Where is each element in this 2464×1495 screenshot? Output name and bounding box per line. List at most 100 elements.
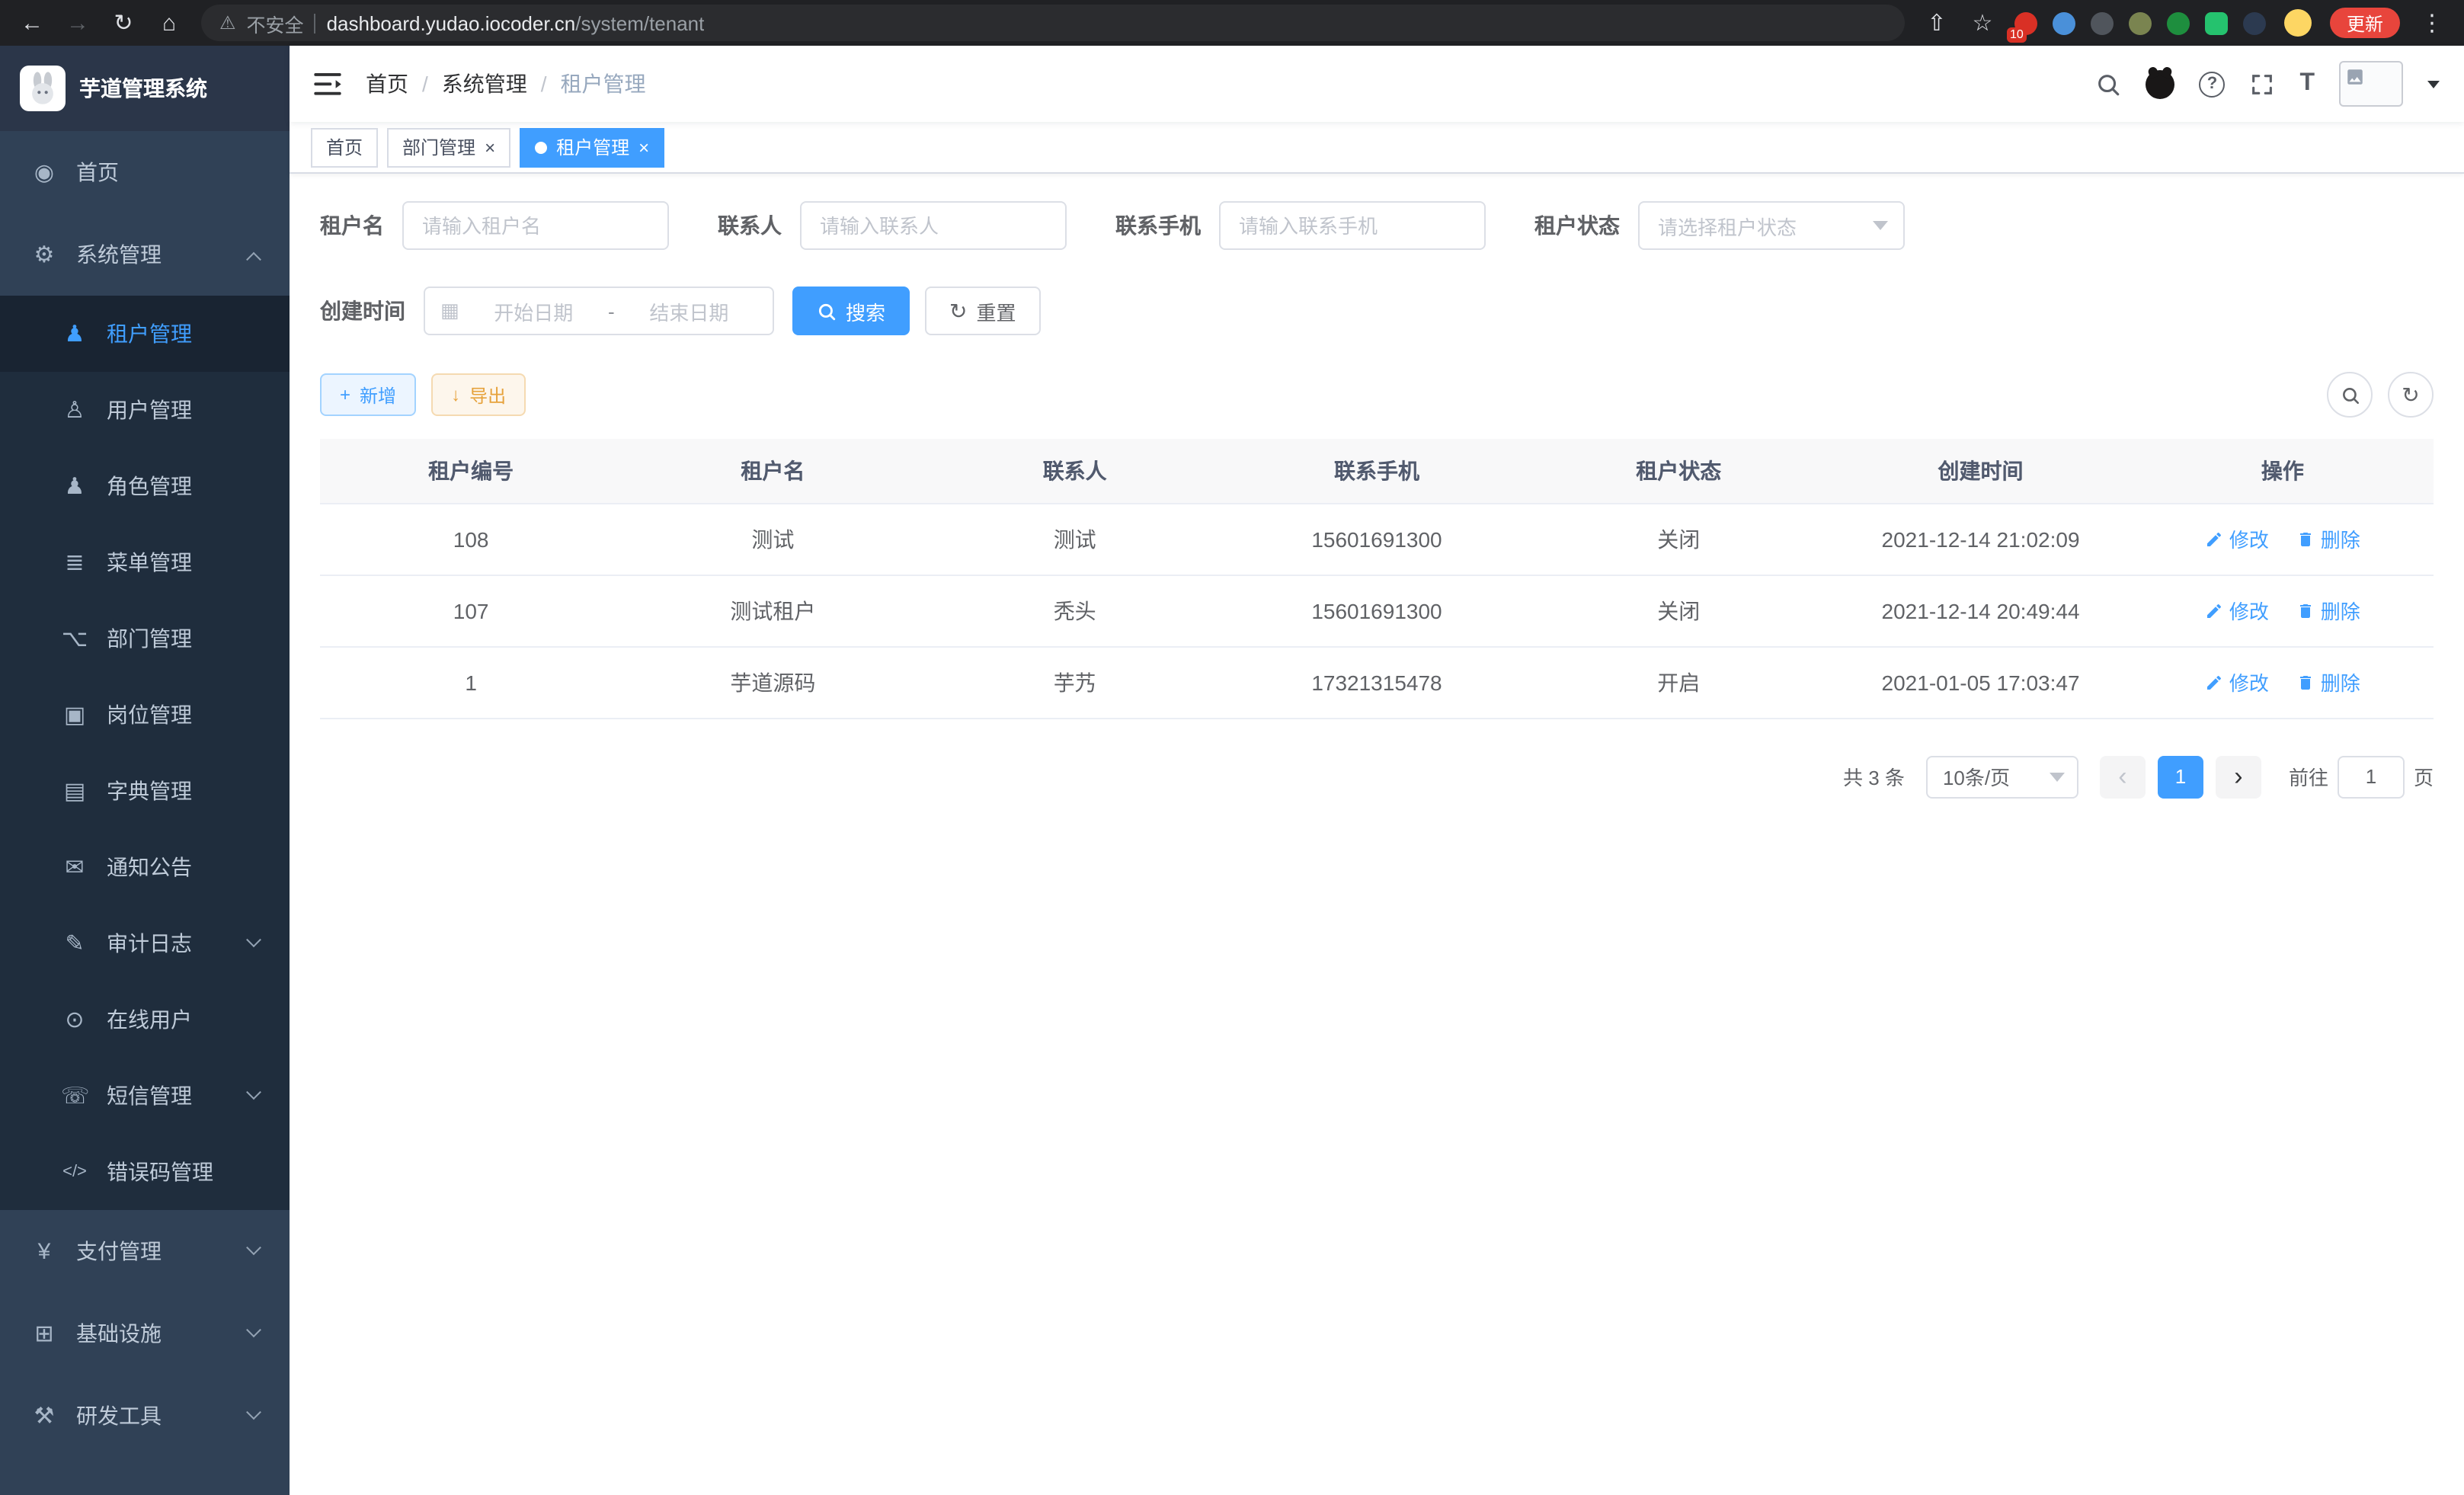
hide-search-button[interactable] <box>2327 372 2373 418</box>
sidebar-item-dept[interactable]: ⌥ 部门管理 <box>0 600 290 677</box>
extension-icon[interactable] <box>2243 11 2266 34</box>
bookmark-star-icon[interactable]: ☆ <box>1969 11 1996 34</box>
sidebar-item-label: 研发工具 <box>76 1401 162 1431</box>
cell-created: 2021-12-14 20:49:44 <box>1829 575 2131 646</box>
edit-link[interactable]: 修改 <box>2205 596 2269 625</box>
cell-phone: 17321315478 <box>1226 646 1528 718</box>
refresh-table-button[interactable]: ↻ <box>2388 372 2434 418</box>
extension-icon[interactable] <box>2091 11 2114 34</box>
chevron-down-icon <box>246 931 261 946</box>
sidebar-item-label: 岗位管理 <box>107 699 192 730</box>
sidebar-item-infra[interactable]: ⊞ 基础设施 <box>0 1292 290 1375</box>
security-label[interactable]: 不安全 <box>247 8 304 37</box>
back-icon[interactable]: ← <box>18 11 46 34</box>
page-size-select[interactable]: 10条/页 <box>1926 755 2078 798</box>
create-time-range-picker[interactable]: ▦ 开始日期 - 结束日期 <box>424 287 774 335</box>
contact-input[interactable] <box>800 201 1067 250</box>
extension-badge: 10 <box>2007 27 2027 42</box>
pagination: 共 3 条 10条/页 ‹ 1 › 前往 页 <box>320 755 2434 798</box>
sidebar-item-dict[interactable]: ▤ 字典管理 <box>0 753 290 829</box>
sidebar-item-payment[interactable]: ¥ 支付管理 <box>0 1210 290 1292</box>
next-page-button[interactable]: › <box>2216 755 2261 798</box>
search-icon[interactable] <box>2095 71 2121 97</box>
github-icon[interactable] <box>2146 69 2174 98</box>
sidebar-item-label: 菜单管理 <box>107 547 192 578</box>
extension-icon[interactable]: 10 <box>2014 11 2037 34</box>
extension-icon[interactable] <box>2053 11 2075 34</box>
col-header-status: 租户状态 <box>1528 439 1829 503</box>
cell-actions: 修改 删除 <box>2132 575 2434 646</box>
tab-dept[interactable]: 部门管理 × <box>387 127 510 167</box>
tab-home[interactable]: 首页 <box>311 127 378 167</box>
page-size-value: 10条/页 <box>1943 762 2010 791</box>
app-logo[interactable]: 芋道管理系统 <box>0 46 290 131</box>
delete-link[interactable]: 删除 <box>2296 524 2360 553</box>
extension-olive-icon <box>2129 11 2152 34</box>
sidebar-item-label: 在线用户 <box>107 1004 192 1035</box>
sidebar-item-post[interactable]: ▣ 岗位管理 <box>0 677 290 753</box>
sidebar-item-online-user[interactable]: ⊙ 在线用户 <box>0 981 290 1058</box>
end-date-placeholder: 结束日期 <box>621 296 757 325</box>
font-size-icon[interactable]: T <box>2299 70 2315 98</box>
close-icon[interactable]: × <box>485 138 495 156</box>
fullscreen-icon[interactable] <box>2249 71 2275 97</box>
delete-link[interactable]: 删除 <box>2296 667 2360 696</box>
browser-profile-avatar[interactable] <box>2284 9 2312 37</box>
log-edit-icon: ✎ <box>61 930 88 957</box>
sidebar-item-audit-log[interactable]: ✎ 审计日志 <box>0 905 290 981</box>
tenant-status-select[interactable]: 请选择租户状态 <box>1638 201 1905 250</box>
tab-tenant[interactable]: 租户管理 × <box>520 127 664 167</box>
reset-button[interactable]: ↻ 重置 <box>925 287 1041 335</box>
chevron-down-icon <box>2050 772 2065 781</box>
contact-label: 联系人 <box>718 210 782 241</box>
edit-link[interactable]: 修改 <box>2205 524 2269 553</box>
sidebar-item-devtools[interactable]: ⚒ 研发工具 <box>0 1375 290 1457</box>
search-button[interactable]: 搜索 <box>792 287 910 335</box>
phone-input[interactable] <box>1219 201 1486 250</box>
caret-down-icon[interactable] <box>2427 80 2440 88</box>
close-icon[interactable]: × <box>638 138 649 156</box>
sidebar-item-error-code[interactable]: </> 错误码管理 <box>0 1134 290 1210</box>
sidebar-item-user[interactable]: ♙ 用户管理 <box>0 372 290 448</box>
sidebar-item-tenant[interactable]: ♟ 租户管理 <box>0 296 290 372</box>
share-icon[interactable]: ⇧ <box>1923 11 1950 34</box>
extension-icon[interactable] <box>2167 11 2190 34</box>
sidebar-item-label: 首页 <box>76 157 119 187</box>
tab-label: 租户管理 <box>556 134 629 160</box>
sidebar-item-notice[interactable]: ✉ 通知公告 <box>0 829 290 905</box>
extension-icon[interactable] <box>2129 11 2152 34</box>
breadcrumb-home[interactable]: 首页 <box>366 69 408 99</box>
forward-icon[interactable]: → <box>64 11 91 34</box>
filter-contact: 联系人 <box>718 201 1067 250</box>
sidebar-item-system[interactable]: ⚙ 系统管理 <box>0 213 290 296</box>
browser-menu-icon[interactable]: ⋮ <box>2418 11 2446 34</box>
home-icon[interactable]: ⌂ <box>155 11 183 34</box>
prev-page-button[interactable]: ‹ <box>2100 755 2146 798</box>
sidebar-item-menu[interactable]: ≣ 菜单管理 <box>0 524 290 600</box>
sidebar-item-sms[interactable]: ☏ 短信管理 <box>0 1058 290 1134</box>
table-row: 108 测试 测试 15601691300 关闭 2021-12-14 21:0… <box>320 503 2434 575</box>
delete-link[interactable]: 删除 <box>2296 596 2360 625</box>
avatar[interactable] <box>2339 61 2403 107</box>
top-navbar: 首页 / 系统管理 / 租户管理 ? T <box>290 46 2464 122</box>
breadcrumb-system[interactable]: 系统管理 <box>442 69 527 99</box>
logo-image <box>20 66 66 111</box>
breadcrumb: 首页 / 系统管理 / 租户管理 <box>366 69 646 99</box>
sidebar-item-role[interactable]: ♟ 角色管理 <box>0 448 290 524</box>
reload-icon[interactable]: ↻ <box>110 11 137 34</box>
chevron-down-icon <box>1873 221 1888 230</box>
app-title: 芋道管理系统 <box>79 73 207 104</box>
export-button[interactable]: ↓ 导出 <box>431 373 526 416</box>
extension-icon[interactable] <box>2205 11 2228 34</box>
update-button[interactable]: 更新 <box>2330 8 2400 38</box>
address-bar[interactable]: ⚠ 不安全 dashboard.yudao.iocoder.cn/system/… <box>201 5 1905 41</box>
goto-page-input[interactable] <box>2338 755 2405 798</box>
edit-link[interactable]: 修改 <box>2205 667 2269 696</box>
app-window: 芋道管理系统 ◉ 首页 ⚙ 系统管理 ♟ 租户管理 <box>0 46 2464 1495</box>
page-number-1[interactable]: 1 <box>2158 755 2203 798</box>
add-button[interactable]: + 新增 <box>320 373 416 416</box>
sidebar-item-home[interactable]: ◉ 首页 <box>0 131 290 213</box>
tenant-name-input[interactable] <box>402 201 669 250</box>
sidebar-toggle-icon[interactable] <box>314 72 341 95</box>
help-icon[interactable]: ? <box>2199 71 2225 97</box>
